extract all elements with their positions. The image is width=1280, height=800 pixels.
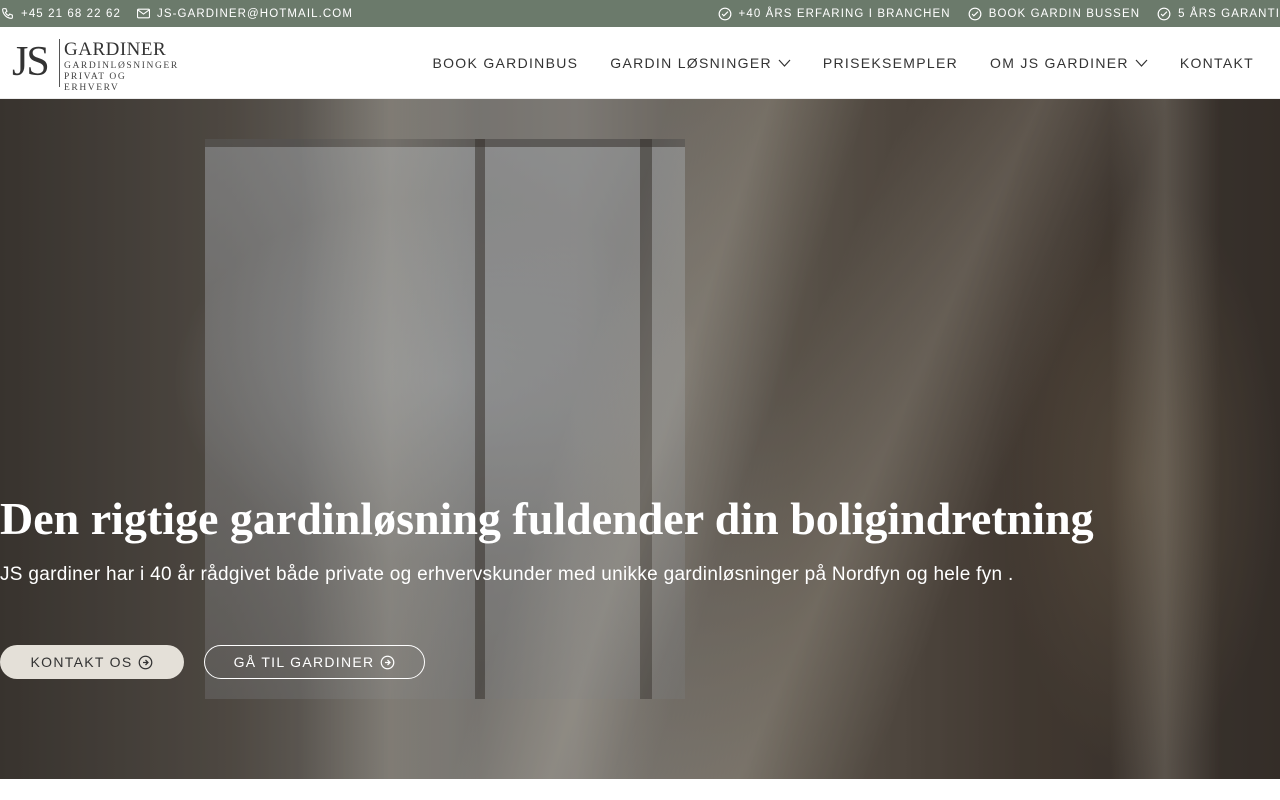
hero-title: Den rigtige gardinløsning fuldender din … [0,493,1094,544]
badge-book-bus[interactable]: BOOK GARDIN BUSSEN [968,7,1140,21]
badge-label: +40 ÅRS ERFARING I BRANCHEN [738,7,951,20]
logo[interactable]: JS GARDINER GARDINLØSNINGER PRIVAT OG ER… [12,37,182,93]
curtains-button-label: GÅ TIL GARDINER [233,654,375,670]
check-circle-icon [1157,7,1171,20]
arrow-circle-right-icon [381,655,395,669]
nav-item-label: GARDIN LØSNINGER [610,55,772,71]
nav-item-kontakt[interactable]: KONTAKT [1180,55,1254,71]
contact-button[interactable]: KONTAKT OS [0,645,184,679]
nav-item-gardin-losninger[interactable]: GARDIN LØSNINGER [610,55,791,71]
top-info-bar: +45 21 68 22 62 JS-GARDINER@HOTMAIL.COM … [0,0,1280,27]
nav-item-priseksempler[interactable]: PRISEKSEMPLER [823,55,958,71]
nav-item-label: KONTAKT [1179,55,1254,71]
logo-tagline: GARDINLØSNINGER PRIVAT OG ERHVERV [64,61,182,94]
badge-experience: +40 ÅRS ERFARING I BRANCHEN [718,7,951,21]
curtains-button[interactable]: GÅ TIL GARDINER [204,645,425,679]
logo-name: GARDINER [64,39,167,60]
contact-info: +45 21 68 22 62 JS-GARDINER@HOTMAIL.COM [0,0,369,27]
phone-number: +45 21 68 22 62 [21,7,121,20]
nav-item-label: BOOK GARDINBUS [432,55,579,71]
nav-item-book-gardinbus[interactable]: BOOK GARDINBUS [432,55,578,71]
nav-item-label: OM JS GARDINER [990,55,1129,71]
logo-mark: JS [12,39,50,85]
badges: +40 ÅRS ERFARING I BRANCHEN BOOK GARDIN … [701,0,1280,27]
badge-warranty: 5 ÅRS GARANTI [1157,7,1280,21]
logo-divider [59,39,60,87]
contact-button-label: KONTAKT OS [30,654,133,670]
hero-subtitle: JS gardiner har i 40 år rådgivet både pr… [0,564,1014,585]
hero-section: Den rigtige gardinløsning fuldender din … [0,99,1280,779]
badge-label: 5 ÅRS GARANTI [1178,7,1280,20]
nav-item-om-js-gardiner[interactable]: OM JS GARDINER [990,55,1148,71]
logo-tagline-2: PRIVAT OG ERHVERV [64,72,127,93]
phone-link[interactable]: +45 21 68 22 62 [1,7,121,20]
email-address: JS-GARDINER@HOTMAIL.COM [156,7,354,20]
check-circle-icon [718,7,731,20]
site-header: JS GARDINER GARDINLØSNINGER PRIVAT OG ER… [0,27,1280,99]
envelope-icon [136,8,150,19]
logo-tagline-1: GARDINLØSNINGER [64,61,179,71]
email-link[interactable]: JS-GARDINER@HOTMAIL.COM [136,7,354,20]
chevron-down-icon [778,59,791,67]
phone-icon [2,8,13,19]
badge-label: BOOK GARDIN BUSSEN [988,7,1141,20]
main-nav: BOOK GARDINBUS GARDIN LØSNINGER PRISEKSE… [400,27,1254,99]
nav-item-label: PRISEKSEMPLER [822,55,959,71]
hero-overlay [0,99,1280,779]
arrow-circle-right-icon [139,655,153,669]
chevron-down-icon [1135,59,1148,67]
check-circle-icon [968,7,982,20]
